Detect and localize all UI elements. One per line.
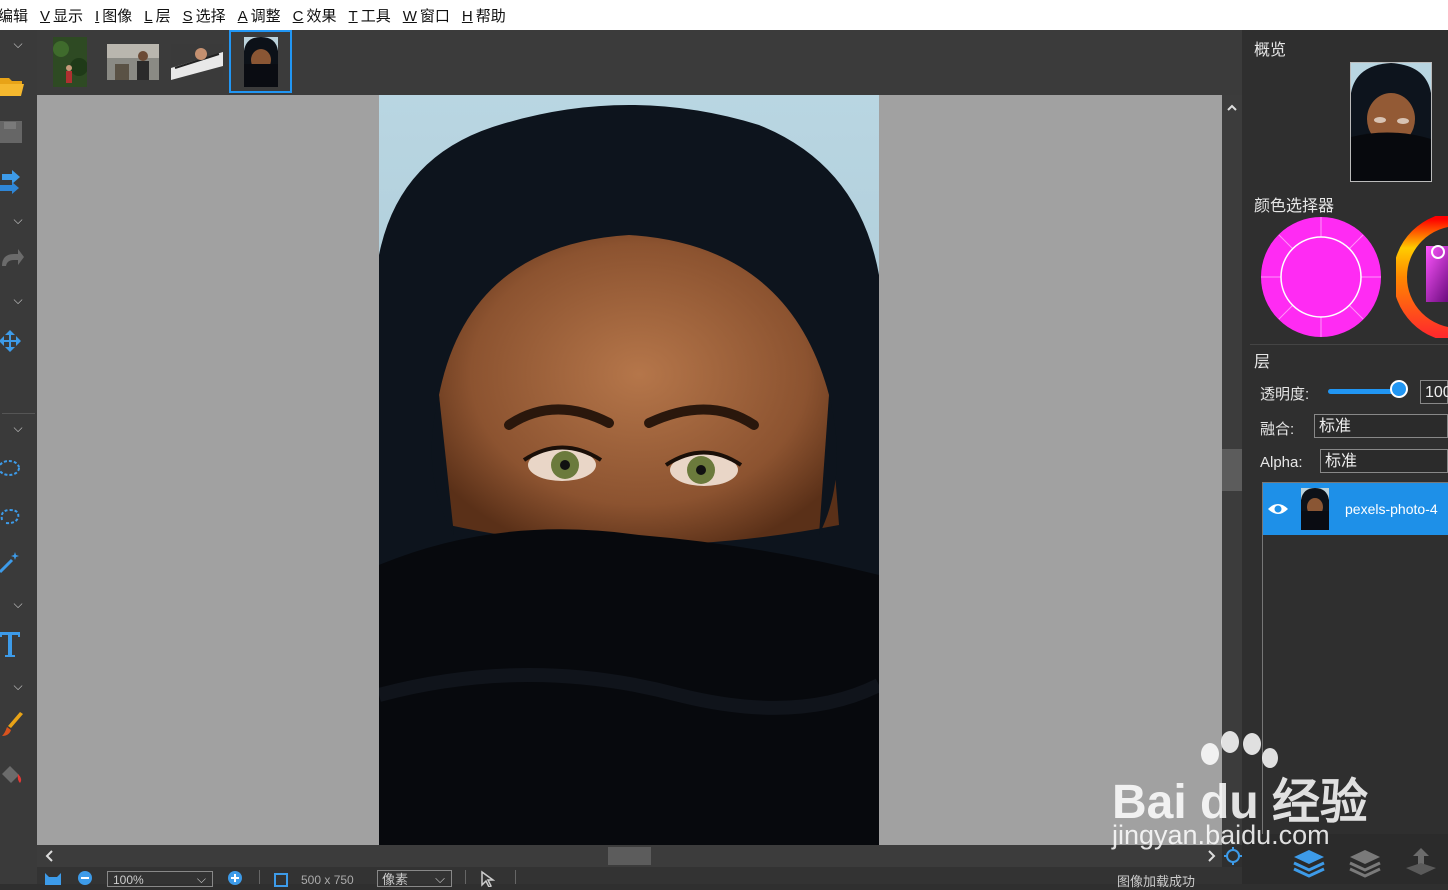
overview-title: 概览 xyxy=(1254,42,1287,59)
layer-thumbnail xyxy=(1301,488,1329,530)
menu-view[interactable]: V 显示 xyxy=(40,5,83,26)
status-divider xyxy=(515,870,516,884)
chevron-down-icon[interactable]: ⌵ xyxy=(10,680,26,692)
fit-window-icon[interactable] xyxy=(43,869,63,886)
chevron-down-icon[interactable]: ⌵ xyxy=(10,598,26,610)
redo-icon[interactable] xyxy=(0,244,24,272)
alpha-mode-select[interactable]: 标准 xyxy=(1320,449,1448,473)
document-image[interactable] xyxy=(379,95,879,845)
eye-icon[interactable] xyxy=(1267,502,1289,516)
text-icon[interactable] xyxy=(0,630,24,658)
menu-tools[interactable]: T 工具 xyxy=(349,5,391,26)
menu-effects[interactable]: C 效果 xyxy=(293,5,337,26)
panel-divider xyxy=(1250,344,1448,345)
layers-title: 层 xyxy=(1254,354,1271,371)
blend-mode-select[interactable]: 标准 xyxy=(1314,414,1448,438)
status-divider xyxy=(259,870,260,884)
alpha-label: Alpha: xyxy=(1260,454,1303,471)
opacity-slider-handle[interactable] xyxy=(1390,380,1408,398)
image-size-label: 500 x 750 xyxy=(301,873,354,887)
zoom-out-icon[interactable] xyxy=(77,869,93,886)
move-layer-up-icon[interactable] xyxy=(1404,844,1438,878)
vertical-scrollbar[interactable] xyxy=(1222,95,1242,845)
ellipse-select-icon[interactable] xyxy=(0,454,24,482)
menu-adjust[interactable]: A 调整 xyxy=(238,5,281,26)
swap-icon[interactable] xyxy=(0,168,24,196)
save-icon[interactable] xyxy=(0,118,24,146)
brush-icon[interactable] xyxy=(0,710,24,738)
horizontal-scrollbar[interactable] xyxy=(37,845,1222,867)
chevron-down-icon: ⌵ xyxy=(435,871,445,886)
menu-edit[interactable]: 编辑 xyxy=(0,5,28,26)
menu-select[interactable]: S 选择 xyxy=(183,5,226,26)
image-thumbnail[interactable] xyxy=(171,44,223,80)
magic-wand-icon[interactable] xyxy=(0,548,24,576)
layers-list[interactable]: pexels-photo-4 xyxy=(1262,482,1448,834)
status-bar: 100% ⌵ 500 x 750 像素 ⌵ 图像加载成功 xyxy=(37,867,1242,889)
status-divider xyxy=(465,870,466,884)
status-message: 图像加载成功 xyxy=(1117,874,1196,889)
chevron-down-icon[interactable]: ⌵ xyxy=(10,38,26,50)
scroll-left-icon[interactable] xyxy=(39,845,59,867)
menu-layer[interactable]: L层 xyxy=(144,5,170,26)
image-size-icon xyxy=(274,873,288,887)
folder-open-icon[interactable] xyxy=(0,70,24,98)
opacity-input[interactable]: 100 xyxy=(1420,380,1448,404)
opacity-label: 透明度: xyxy=(1260,386,1310,403)
canvas-area[interactable] xyxy=(37,95,1222,845)
scroll-right-icon[interactable] xyxy=(1202,845,1222,867)
image-tabs-strip xyxy=(37,30,1242,95)
cursor-icon xyxy=(481,870,495,887)
chevron-down-icon[interactable]: ⌵ xyxy=(10,294,26,306)
menu-help[interactable]: H 帮助 xyxy=(462,5,506,26)
layer-row-selected[interactable]: pexels-photo-4 xyxy=(1263,483,1448,535)
paint-bucket-icon[interactable] xyxy=(0,760,24,788)
primary-color-swatch[interactable] xyxy=(1260,216,1382,338)
toolbar-divider xyxy=(2,413,35,414)
layers-toolbar xyxy=(1242,834,1448,884)
tools-toolbar: ⌵ ⌵ ⌵ ⌵ ⌵ ⌵ xyxy=(0,30,37,884)
layer-name: pexels-photo-4 xyxy=(1345,501,1438,517)
image-thumbnail[interactable] xyxy=(107,44,159,80)
chevron-down-icon[interactable]: ⌵ xyxy=(10,422,26,434)
menu-window[interactable]: W 窗口 xyxy=(403,5,450,26)
menu-bar: 编辑 V 显示 I 图像 L层 S 选择 A 调整 C 效果 T 工具 W 窗口 H 帮助 xyxy=(0,0,1448,30)
right-panel: 概览 颜色选择器 层 透明度: 100 融合: 标准 Alpha: 标准 pex… xyxy=(1242,30,1448,884)
color-wheel[interactable] xyxy=(1396,216,1448,338)
unit-select[interactable]: 像素 ⌵ xyxy=(377,870,452,887)
zoom-in-icon[interactable] xyxy=(227,869,243,886)
layers-icon[interactable] xyxy=(1292,844,1326,878)
image-thumbnail[interactable] xyxy=(53,37,87,87)
vertical-scroll-thumb[interactable] xyxy=(1222,449,1242,491)
crosshair-icon[interactable] xyxy=(1223,846,1243,866)
zoom-select[interactable]: 100% ⌵ xyxy=(107,871,213,887)
image-thumbnail-active[interactable] xyxy=(229,30,292,93)
chevron-down-icon[interactable]: ⌵ xyxy=(10,214,26,226)
chevron-down-icon: ⌵ xyxy=(196,872,206,886)
lasso-icon[interactable] xyxy=(0,502,24,530)
duplicate-layer-icon[interactable] xyxy=(1348,844,1382,878)
scroll-up-icon[interactable] xyxy=(1222,97,1242,117)
overview-preview[interactable] xyxy=(1350,62,1432,182)
move-icon[interactable] xyxy=(0,326,24,354)
color-picker-title: 颜色选择器 xyxy=(1254,198,1335,215)
menu-image[interactable]: I 图像 xyxy=(95,5,132,26)
horizontal-scroll-thumb[interactable] xyxy=(608,847,651,865)
blend-label: 融合: xyxy=(1260,421,1295,438)
